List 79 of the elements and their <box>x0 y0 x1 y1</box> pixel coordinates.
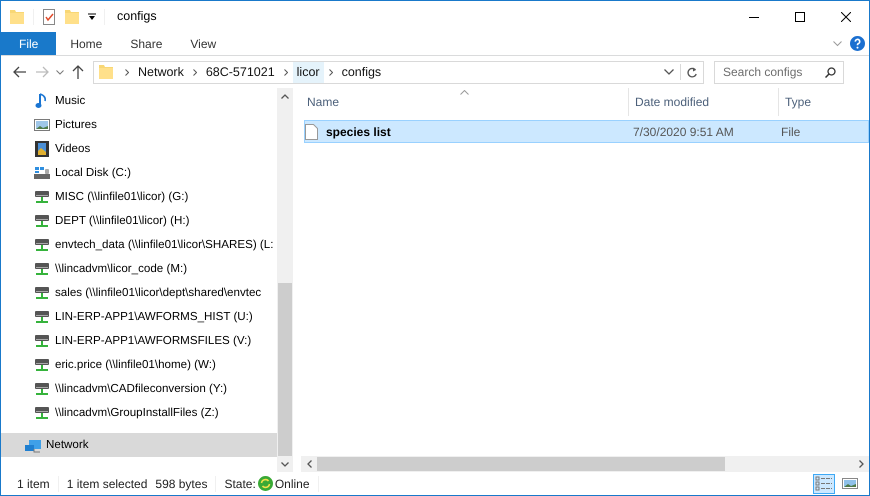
address-bar[interactable]: Network 68C-571021 licor configs <box>93 60 704 84</box>
sidebar-item[interactable]: Videos <box>1 137 277 161</box>
sidebar-item[interactable]: Local Disk (C:) <box>1 161 277 185</box>
sidebar-item[interactable]: eric.price (\\linfile01\home) (W:) <box>1 353 277 377</box>
document-icon <box>305 124 318 140</box>
sort-ascending-icon <box>460 90 468 95</box>
close-icon[interactable] <box>841 12 851 22</box>
help-icon[interactable] <box>850 36 865 51</box>
music-note-icon <box>35 93 49 109</box>
selection-info: 1 item selected <box>66 476 148 492</box>
sidebar-item[interactable]: LIN-ERP-APP1\AWFORMS_HIST (U:) <box>1 305 277 329</box>
breadcrumb[interactable]: configs <box>338 62 386 82</box>
chevron-up-icon[interactable] <box>281 94 289 98</box>
sidebar-item[interactable]: envtech_data (\\linfile01\licor\SHARES) (L: <box>1 233 277 257</box>
chevron-right-icon <box>125 68 129 76</box>
file-size: 598 bytes <box>155 476 208 492</box>
network-drive-icon <box>35 334 49 348</box>
ribbon-tab[interactable]: Home <box>56 32 116 55</box>
network-drive-icon <box>35 262 49 276</box>
sync-icon <box>258 476 273 491</box>
scrollbar-thumb[interactable] <box>317 457 725 471</box>
ribbon-tab[interactable]: View <box>176 32 230 55</box>
network-drive-icon <box>35 382 49 396</box>
folder-icon <box>98 63 114 81</box>
column-header[interactable]: Date modified <box>629 88 779 116</box>
back-arrow-icon[interactable] <box>13 66 27 78</box>
sidebar-item[interactable]: \\lincadvm\licor_code (M:) <box>1 257 277 281</box>
file-type: File <box>780 124 800 140</box>
sidebar-item[interactable]: Pictures <box>1 113 277 137</box>
file-date: 7/30/2020 9:51 AM <box>632 124 735 140</box>
chevron-right-icon[interactable] <box>858 460 864 468</box>
properties-icon[interactable] <box>42 8 56 26</box>
network-drive-icon <box>35 406 49 420</box>
chevron-down-icon[interactable] <box>56 70 64 74</box>
sidebar-item[interactable]: sales (\\linfile01\licor\dept\shared\envtec <box>1 281 277 305</box>
item-count: 1 item <box>17 476 50 492</box>
chevron-right-icon <box>328 68 333 76</box>
sidebar-item[interactable]: \\lincadvm\GroupInstallFiles (Z:) <box>1 401 277 425</box>
scrollbar-thumb[interactable] <box>278 283 292 456</box>
sidebar-item[interactable]: \\lincadvm\CADfileconversion (Y:) <box>1 377 277 401</box>
breadcrumb[interactable]: Network <box>134 62 188 82</box>
search-icon <box>825 66 836 78</box>
network-drive-icon <box>35 358 49 372</box>
drive-icon <box>34 166 50 180</box>
chevron-down-icon[interactable] <box>281 462 289 466</box>
sidebar-item[interactable]: LIN-ERP-APP1\AWFORMSFILES (V:) <box>1 329 277 353</box>
ribbon-tab[interactable]: Share <box>116 32 176 55</box>
chevron-right-icon <box>192 68 197 76</box>
up-arrow-icon[interactable] <box>72 65 84 79</box>
maximize-icon[interactable] <box>795 12 805 22</box>
dropdown-icon[interactable] <box>664 69 674 75</box>
network-drive-icon <box>35 286 49 300</box>
refresh-icon[interactable] <box>686 66 698 78</box>
file-row[interactable]: species list 7/30/2020 9:51 AM File <box>304 120 869 143</box>
sidebar-item[interactable]: Network <box>1 433 277 457</box>
chevron-down-icon[interactable] <box>833 40 842 46</box>
state-label: State: <box>224 476 256 492</box>
column-header[interactable]: Type <box>779 88 869 116</box>
file-name: species list <box>326 124 391 140</box>
sidebar-item[interactable]: Music <box>1 89 277 113</box>
breadcrumb[interactable]: licor <box>292 62 324 82</box>
network-drive-icon <box>35 190 49 204</box>
breadcrumb[interactable]: 68C-571021 <box>202 62 279 82</box>
picture-icon <box>34 119 50 131</box>
network-drive-icon <box>35 214 49 228</box>
search-field[interactable]: Search configs <box>714 60 844 84</box>
network-drive-icon <box>35 310 49 324</box>
column-header[interactable]: Name <box>301 88 629 116</box>
film-icon <box>35 141 49 157</box>
chevron-right-icon <box>284 68 288 76</box>
file-menu-button[interactable]: File <box>1 32 56 55</box>
window-title: configs <box>117 8 157 26</box>
dropdown-icon[interactable] <box>88 12 96 20</box>
sidebar-item[interactable]: DEPT (\\linfile01\licor) (H:) <box>1 209 277 233</box>
sidebar-item[interactable]: MISC (\\linfile01\licor) (G:) <box>1 185 277 209</box>
state-value: Online <box>274 476 310 492</box>
network-drive-icon <box>35 238 49 252</box>
network-icon <box>24 438 42 452</box>
chevron-left-icon[interactable] <box>306 460 312 468</box>
